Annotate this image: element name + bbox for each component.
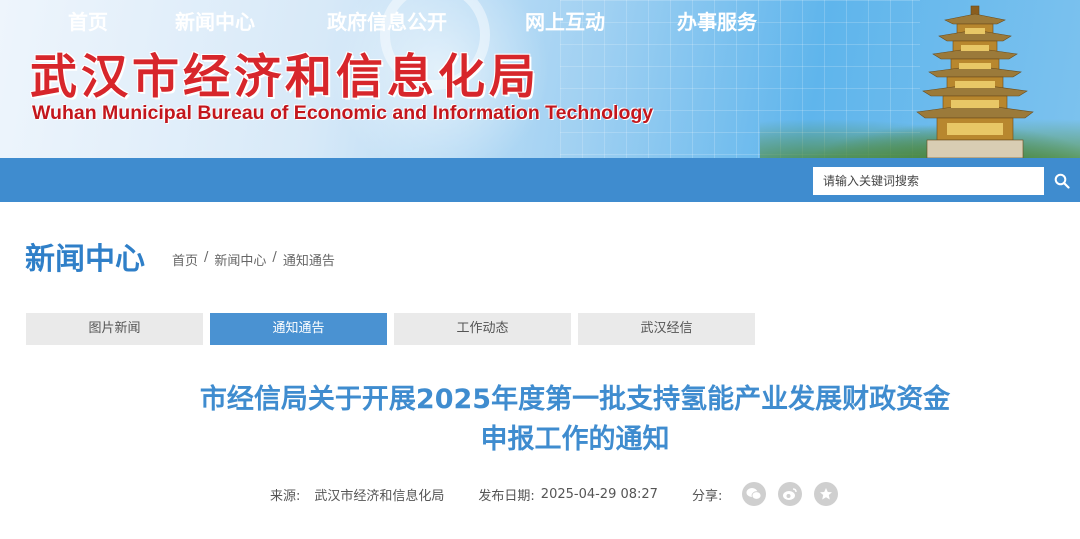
weibo-share-button[interactable] [778, 482, 803, 506]
breadcrumb-current[interactable]: 通知通告 [283, 250, 335, 269]
tab-notices[interactable]: 通知通告 [210, 313, 387, 345]
wechat-share-button[interactable] [742, 482, 767, 506]
wechat-icon [746, 488, 762, 500]
tab-photo-news[interactable]: 图片新闻 [26, 313, 203, 345]
article-meta: 来源: 武汉市经济和信息化局 发布日期: 2025-04-29 08:27 分享… [270, 482, 850, 506]
breadcrumb-separator: / [204, 250, 209, 265]
nav-item-online-interaction[interactable]: 网上互动 [525, 0, 605, 44]
tab-work-updates[interactable]: 工作动态 [394, 313, 571, 345]
breadcrumb-news-center[interactable]: 新闻中心 [214, 250, 266, 269]
article-title-line2: 申报工作的通知 [480, 424, 670, 455]
nav-item-gov-info[interactable]: 政府信息公开 [327, 0, 447, 44]
source-value: 武汉市经济和信息化局 [314, 488, 445, 504]
search-button[interactable] [1044, 167, 1080, 195]
yellow-crane-tower-icon [916, 5, 1034, 158]
date-value: 2025-04-29 08:27 [540, 486, 658, 502]
breadcrumb-separator: / [272, 250, 277, 265]
site-title-en: Wuhan Municipal Bureau of Economic and I… [32, 102, 654, 124]
nav-item-services[interactable]: 办事服务 [677, 0, 757, 44]
share-label: 分享: [691, 488, 723, 504]
date-label: 发布日期: [478, 488, 535, 504]
source-label: 来源: [270, 488, 301, 504]
favorite-share-button[interactable] [814, 482, 839, 506]
breadcrumb-home[interactable]: 首页 [172, 250, 198, 269]
tab-wuhan-economy[interactable]: 武汉经信 [578, 313, 755, 345]
favorite-icon [820, 488, 833, 500]
weibo-icon [783, 488, 798, 500]
breadcrumb: 首页 / 新闻中心 / 通知通告 [172, 250, 335, 269]
article-title: 市经信局关于开展2025年度第一批支持氢能产业发展财政资金 申报工作的通知 [150, 380, 1000, 460]
site-title-cn: 武汉市经济和信息化局 [30, 50, 540, 105]
nav-item-home[interactable]: 首页 [68, 0, 108, 44]
search-icon [1054, 173, 1070, 189]
nav-item-news-center[interactable]: 新闻中心 [175, 0, 255, 44]
article-title-line1: 市经信局关于开展2025年度第一批支持氢能产业发展财政资金 [199, 384, 951, 415]
section-title: 新闻中心 [25, 242, 145, 277]
search-input[interactable] [813, 167, 1044, 195]
